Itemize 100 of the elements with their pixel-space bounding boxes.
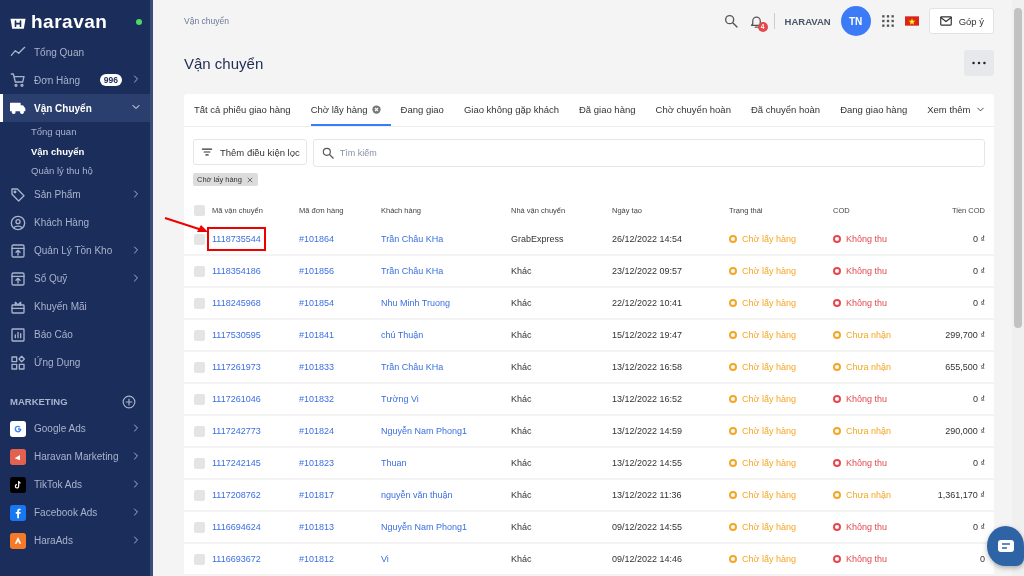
- customer-link[interactable]: chú Thuận: [381, 330, 424, 340]
- status-label: Chờ lấy hàng: [742, 553, 796, 564]
- sidebar-item[interactable]: Sản Phẩm: [0, 180, 150, 209]
- table-cell: 13/12/2022 14:55: [612, 458, 683, 468]
- sidebar-item[interactable]: Quản Lý Tồn Kho: [0, 236, 150, 265]
- customer-link[interactable]: Trần Châu KHa: [381, 362, 444, 372]
- tab[interactable]: Đã chuyển hoàn: [750, 94, 831, 126]
- customer-link[interactable]: Trần Châu KHa: [381, 234, 444, 244]
- shipment-link[interactable]: 1116694624: [212, 522, 261, 532]
- customer-link[interactable]: nguyễn văn thuận: [381, 490, 453, 500]
- table-cell: Khác: [511, 394, 532, 404]
- customer-link[interactable]: Nguyễn Nam Phong1: [381, 426, 468, 436]
- tab[interactable]: Đang giao: [400, 94, 454, 126]
- table-cell: 290,000 ₫: [945, 426, 985, 436]
- tab[interactable]: Chờ chuyển hoàn: [655, 94, 741, 126]
- customer-link[interactable]: Nhu Minh Truong: [381, 298, 451, 308]
- table-cell: 23/12/2022 09:57: [612, 266, 683, 276]
- page-title: Vận chuyển: [184, 54, 264, 72]
- sidebar-item[interactable]: Đơn Hàng 996: [0, 66, 150, 94]
- customer-link[interactable]: Thuan: [381, 458, 407, 468]
- feedback-button[interactable]: Góp ý: [928, 8, 994, 35]
- shipment-link[interactable]: 1117208762: [212, 490, 261, 500]
- customer-link[interactable]: Vi: [381, 554, 389, 564]
- cod-label: Không thu: [846, 297, 888, 308]
- customer-link[interactable]: Nguyễn Nam Phong1: [381, 522, 468, 532]
- order-link[interactable]: #101813: [299, 522, 335, 532]
- tab[interactable]: Đã giao hàng: [579, 94, 646, 126]
- logo-text: haravan: [31, 11, 108, 33]
- cod-label: Chưa nhận: [846, 329, 892, 340]
- sidebar-item[interactable]: Tổng Quan: [0, 38, 150, 66]
- table-cell: 0 ₫: [972, 394, 985, 404]
- sidebar-subitem[interactable]: Vận chuyển: [0, 141, 150, 161]
- order-link[interactable]: #101833: [299, 362, 335, 372]
- customer-link[interactable]: Trần Châu KHa: [381, 266, 444, 276]
- filter-button[interactable]: Thêm điều kiện lọc: [193, 139, 307, 165]
- order-link[interactable]: #101854: [299, 298, 335, 308]
- shipment-link[interactable]: 1116693672: [212, 554, 261, 564]
- sidebar-subitem[interactable]: Quản lý thu hộ: [0, 161, 150, 181]
- tab[interactable]: Đang giao hàng: [840, 94, 918, 126]
- table-cell: 0 ₫: [972, 266, 985, 276]
- status-label: Chờ lấy hàng: [742, 265, 796, 276]
- order-link[interactable]: #101856: [299, 266, 335, 276]
- shipment-link[interactable]: 1117242145: [212, 458, 261, 468]
- table-cell: Khác: [511, 362, 532, 372]
- table-cell: 655,500 ₫: [945, 362, 985, 372]
- shipment-link[interactable]: 1117242773: [212, 426, 261, 436]
- order-link[interactable]: #101824: [299, 426, 335, 436]
- count-badge: 996: [99, 74, 122, 86]
- sidebar-item[interactable]: HaraAds: [0, 526, 150, 555]
- tab[interactable]: Tất cả phiếu giao hàng: [194, 94, 301, 126]
- table-cell: Khác: [511, 554, 532, 564]
- order-link[interactable]: #101823: [299, 458, 335, 468]
- order-link[interactable]: #101832: [299, 394, 335, 404]
- search-field[interactable]: Tìm kiếm: [312, 139, 985, 167]
- avatar[interactable]: TN: [840, 6, 871, 37]
- cod-label: Chưa nhận: [846, 361, 892, 372]
- order-link[interactable]: #101817: [299, 490, 335, 500]
- table-cell: 22/12/2022 10:41: [612, 298, 683, 308]
- table-cell: Khác: [511, 490, 532, 500]
- customer-link[interactable]: Tường Vi: [381, 394, 419, 404]
- sidebar-item[interactable]: Vận Chuyển: [0, 94, 150, 122]
- breadcrumb[interactable]: Vận chuyển: [184, 16, 229, 27]
- cod-label: Không thu: [846, 393, 888, 404]
- table-cell: 13/12/2022 14:59: [612, 426, 683, 436]
- sidebar-item[interactable]: Sổ Quỹ: [0, 264, 150, 293]
- status-label: Chờ lấy hàng: [742, 521, 796, 532]
- cod-label: Không thu: [846, 265, 888, 276]
- table-cell: 0: [980, 554, 985, 564]
- table-cell: 0 ₫: [972, 522, 985, 532]
- sidebar-item[interactable]: Ứng Dụng: [0, 348, 150, 377]
- table-cell: 299,700 ₫: [945, 330, 985, 340]
- shipment-link[interactable]: 1118354186: [212, 266, 261, 276]
- status-label: Chờ lấy hàng: [742, 393, 796, 404]
- sidebar-item[interactable]: Báo Cáo: [0, 320, 150, 349]
- sidebar-item[interactable]: Facebook Ads: [0, 498, 150, 527]
- more-tab[interactable]: Xem thêm: [927, 94, 996, 126]
- tab[interactable]: Giao không gặp khách: [463, 94, 569, 126]
- sidebar-item[interactable]: Haravan Marketing: [0, 442, 150, 471]
- shipment-link[interactable]: 1117261046: [212, 394, 261, 404]
- sidebar-item[interactable]: Khuyến Mãi: [0, 292, 150, 321]
- table-cell: Khác: [511, 330, 532, 340]
- table-cell: GrabExpress: [511, 234, 564, 244]
- order-link[interactable]: #101812: [299, 554, 335, 564]
- shipment-link[interactable]: 1117530595: [212, 330, 261, 340]
- sidebar-subitem[interactable]: Tổng quan: [0, 122, 150, 142]
- sidebar-item[interactable]: Khách Hàng: [0, 208, 150, 237]
- order-link[interactable]: #101841: [299, 330, 335, 340]
- store-name[interactable]: HARAVAN: [784, 15, 831, 27]
- status-label: Chờ lấy hàng: [742, 233, 796, 244]
- order-link[interactable]: #101864: [299, 234, 335, 244]
- shipment-link[interactable]: 1117261973: [212, 362, 261, 372]
- shipment-link[interactable]: 1118735544: [212, 234, 261, 244]
- cod-label: Không thu: [846, 233, 888, 244]
- sidebar-item[interactable]: TikTok Ads: [0, 470, 150, 499]
- status-label: Chờ lấy hàng: [742, 489, 796, 500]
- sidebar-item[interactable]: Google Ads: [0, 414, 150, 443]
- cod-label: Chưa nhận: [846, 489, 892, 500]
- cod-label: Chưa nhận: [846, 425, 892, 436]
- tab[interactable]: Chờ lấy hàng: [310, 94, 391, 126]
- shipment-link[interactable]: 1118245968: [212, 298, 261, 308]
